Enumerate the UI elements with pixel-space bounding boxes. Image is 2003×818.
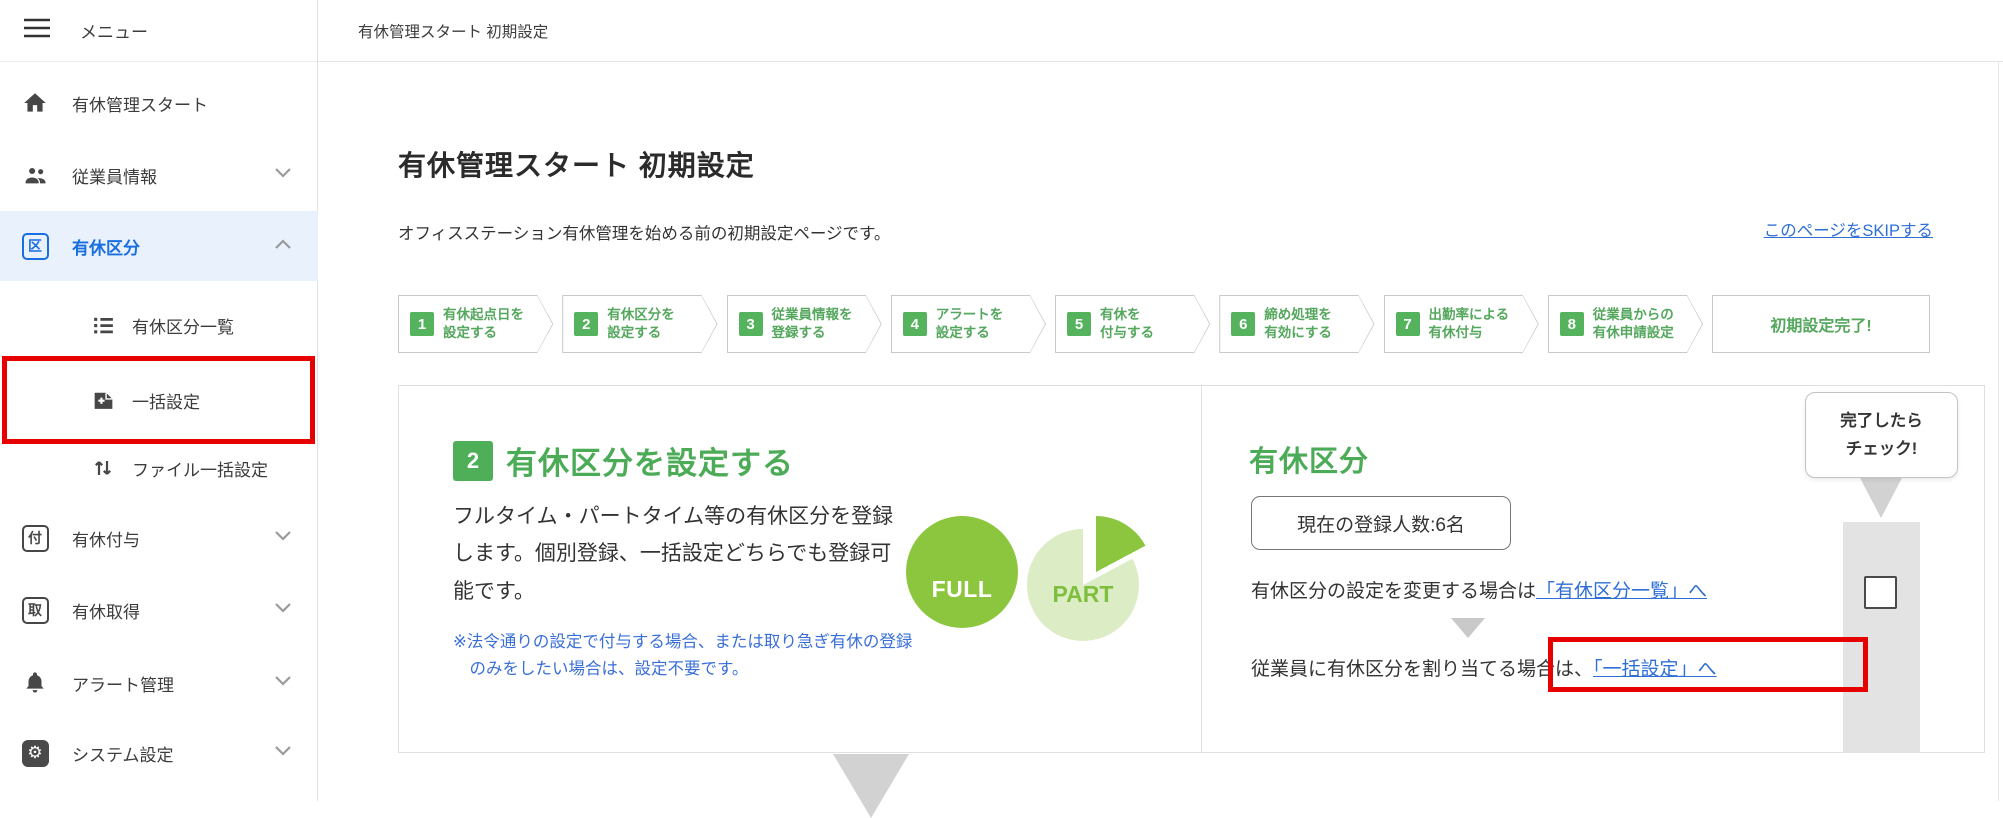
step2-note: ※法令通りの設定で付与する場合、または取り急ぎ有休の登録のみをしたい場合は、設定… bbox=[453, 633, 913, 679]
step-label: 従業員からの 有休申請設定 bbox=[1592, 306, 1674, 340]
note-add-icon bbox=[88, 388, 118, 413]
sidebar-item-leave-category-list[interactable]: 有休区分一覧 bbox=[0, 290, 318, 360]
step2-title: 有休区分を設定する bbox=[506, 446, 794, 481]
gear-icon: ⚙ bbox=[20, 739, 50, 767]
import-export-icon bbox=[88, 456, 118, 480]
chevron-down-icon bbox=[274, 166, 292, 184]
step-number: 8 bbox=[1559, 312, 1584, 336]
sidebar-item-system-settings[interactable]: ⚙ システム設定 bbox=[0, 718, 318, 788]
step-number: 3 bbox=[738, 312, 763, 336]
chevron-down-icon bbox=[274, 674, 292, 692]
sidebar-item-file-bulk-setting[interactable]: ファイル一括設定 bbox=[0, 433, 318, 503]
step-number: 5 bbox=[1067, 312, 1091, 336]
bell-icon bbox=[20, 670, 50, 696]
home-icon bbox=[20, 90, 50, 116]
page-description: オフィスステーション有休管理を始める前の初期設定ページです。 bbox=[398, 225, 891, 243]
part-time-pie-graphic: PART bbox=[1027, 516, 1152, 641]
part-pie-wedge bbox=[1040, 516, 1152, 628]
step-8: 8 従業員からの 有休申請設定 bbox=[1548, 295, 1703, 353]
leave-category-list-link[interactable]: 「有休区分一覧」へ bbox=[1536, 581, 1707, 602]
sidebar-item-alert-management[interactable]: アラート管理 bbox=[0, 648, 318, 718]
step-label: 従業員情報を 登録する bbox=[771, 306, 853, 340]
page-title: 有休管理スタート 初期設定 bbox=[398, 150, 755, 181]
bubble-tail-icon bbox=[1859, 476, 1903, 518]
step2-heading: 2 有休区分を設定する bbox=[453, 438, 794, 483]
step-label: 有休を 付与する bbox=[1100, 306, 1154, 340]
leave-grant-icon: 付 bbox=[20, 524, 50, 552]
step-6: 6 締め処理を 有効にする bbox=[1219, 295, 1374, 353]
step-final: 初期設定完了! bbox=[1712, 295, 1930, 353]
step-number: 7 bbox=[1395, 312, 1420, 336]
registered-count-box: 現在の登録人数:6名 bbox=[1251, 496, 1511, 550]
step-7: 7 出勤率による 有休付与 bbox=[1384, 295, 1539, 353]
complete-checkbox[interactable] bbox=[1864, 576, 1897, 609]
sidebar-item-label: 有休付与 bbox=[72, 530, 140, 550]
setup-step2-card: 2 有休区分を設定する フルタイム・パートタイム等の有休区分を登録します。個別登… bbox=[398, 385, 1985, 753]
sidebar-item-label: 一括設定 bbox=[132, 392, 200, 412]
step-label: 出勤率による 有休付与 bbox=[1428, 306, 1510, 340]
bulk-setting-link[interactable]: 「一括設定」へ bbox=[1593, 659, 1717, 680]
chevron-down-icon bbox=[274, 529, 292, 547]
step-4: 4 アラートを 設定する bbox=[891, 295, 1046, 353]
change-category-line: 有休区分の設定を変更する場合は「有休区分一覧」へ bbox=[1251, 581, 1708, 602]
leave-taken-icon: 取 bbox=[20, 596, 50, 624]
sidebar: メニュー 有休管理スタート 従業員情報 区 有休区分 有休区分一覧 一括設定 フ… bbox=[0, 0, 318, 801]
sidebar-item-leave-category[interactable]: 区 有休区分 bbox=[0, 211, 318, 281]
sidebar-item-employee-info[interactable]: 従業員情報 bbox=[0, 140, 318, 210]
leave-category-icon: 区 bbox=[20, 232, 50, 260]
sidebar-header: メニュー bbox=[0, 0, 317, 62]
part-pie-label: PART bbox=[1052, 581, 1114, 607]
step-number: 6 bbox=[1231, 312, 1256, 336]
viewport-edge bbox=[1998, 62, 1999, 801]
full-time-pie-graphic: FULL bbox=[906, 516, 1018, 628]
sidebar-item-label: 有休区分一覧 bbox=[132, 317, 234, 337]
sidebar-item-label: 有休区分 bbox=[72, 238, 140, 258]
chevron-down-icon bbox=[274, 744, 292, 762]
step-label: 有休起点日を 設定する bbox=[443, 306, 524, 340]
step-label: アラートを 設定する bbox=[935, 306, 1004, 340]
hamburger-menu-icon[interactable] bbox=[22, 16, 52, 45]
step-2: 2 有休区分を 設定する bbox=[562, 295, 717, 353]
step-1: 1 有休起点日を 設定する bbox=[398, 295, 553, 353]
next-section-arrow-icon bbox=[833, 754, 909, 818]
step2-description: フルタイム・パートタイム等の有休区分を登録します。個別登録、一括設定どちらでも登… bbox=[453, 505, 894, 603]
leave-category-heading: 有休区分 bbox=[1249, 446, 1370, 478]
setup-step-indicator: 1 有休起点日を 設定する 2 有休区分を 設定する 3 従業員情報を 登録する 4 … bbox=[398, 295, 1930, 353]
sidebar-item-leave-management-start[interactable]: 有休管理スタート bbox=[0, 68, 318, 138]
sidebar-item-label: ファイル一括設定 bbox=[132, 460, 268, 480]
sidebar-item-label: 有休管理スタート bbox=[72, 95, 208, 115]
topbar: 有休管理スタート 初期設定 bbox=[318, 0, 2003, 62]
menu-label: メニュー bbox=[80, 23, 148, 42]
main-content: 有休管理スタート 初期設定 オフィスステーション有休管理を始める前の初期設定ペー… bbox=[318, 62, 2003, 818]
sidebar-item-leave-taken[interactable]: 取 有休取得 bbox=[0, 575, 318, 645]
sidebar-item-label: アラート管理 bbox=[72, 675, 174, 695]
sidebar-item-label: 従業員情報 bbox=[72, 167, 157, 187]
list-icon bbox=[88, 313, 118, 338]
sidebar-item-bulk-setting[interactable]: 一括設定 bbox=[0, 365, 318, 435]
chevron-up-icon bbox=[274, 237, 292, 255]
topbar-title: 有休管理スタート 初期設定 bbox=[358, 23, 549, 41]
people-icon bbox=[20, 162, 50, 189]
step-number: 2 bbox=[574, 312, 599, 336]
step-number: 4 bbox=[902, 312, 927, 336]
sidebar-item-label: システム設定 bbox=[72, 745, 174, 765]
step-number: 1 bbox=[410, 312, 434, 336]
down-arrow-icon bbox=[1451, 618, 1485, 638]
step-label: 締め処理を 有効にする bbox=[1264, 306, 1332, 340]
step-3: 3 従業員情報を 登録する bbox=[727, 295, 882, 353]
card-divider bbox=[1201, 386, 1202, 752]
sidebar-item-leave-grant[interactable]: 付 有休付与 bbox=[0, 503, 318, 573]
completion-check-bubble: 完了したら チェック! bbox=[1805, 392, 1958, 478]
step-5: 5 有休を 付与する bbox=[1055, 295, 1210, 353]
skip-page-link[interactable]: このページをSKIPする bbox=[1653, 217, 1933, 241]
step-label: 有休区分を 設定する bbox=[607, 306, 675, 340]
step2-number-badge: 2 bbox=[453, 440, 493, 481]
chevron-down-icon bbox=[274, 601, 292, 619]
assign-category-line: 従業員に有休区分を割り当てる場合は、「一括設定」へ bbox=[1251, 659, 1717, 680]
sidebar-item-label: 有休取得 bbox=[72, 602, 140, 622]
